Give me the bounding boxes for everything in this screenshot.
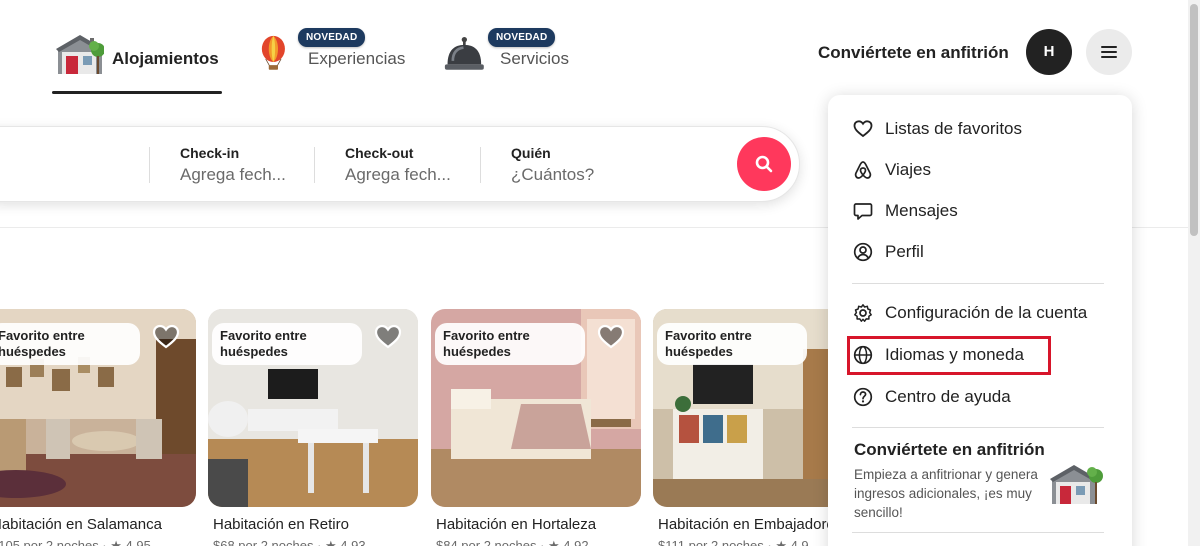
menu-item-label: Mensajes: [885, 201, 958, 220]
menu-item-favorites[interactable]: Listas de favoritos: [852, 113, 1022, 145]
listing-title: Habitación en Hortaleza: [436, 516, 597, 533]
active-tab-indicator: [52, 91, 222, 94]
search-button[interactable]: [737, 137, 791, 191]
tab-alojamientos[interactable]: Alojamientos: [52, 28, 222, 94]
highlight-annotation: [847, 336, 1051, 375]
listing-price-rating: $84 por 2 noches · ★ 4.92: [436, 538, 589, 546]
menu-item-profile[interactable]: Perfil: [852, 236, 924, 268]
listing-price-rating: $68 por 2 noches · ★ 4.93: [213, 538, 366, 546]
avatar[interactable]: H: [1026, 29, 1072, 75]
listing-price-rating: $111 por 2 noches · ★ 4.9: [658, 538, 809, 546]
new-badge: NOVEDAD: [298, 28, 366, 47]
search-divider: [314, 147, 315, 183]
listing-card[interactable]: Favorito entre huéspedes Habitación en H…: [431, 309, 641, 546]
menu-divider: [852, 532, 1104, 533]
menu-item-label: Centro de ayuda: [885, 387, 1011, 406]
menu-item-help-center[interactable]: Centro de ayuda: [852, 381, 1011, 413]
new-badge: NOVEDAD: [488, 28, 556, 47]
user-circle-icon: [852, 241, 874, 263]
guests-field[interactable]: Quién ¿Cuántos?: [511, 145, 594, 186]
guests-label: Quién: [511, 145, 551, 161]
listing-price-rating: $105 por 2 noches · ★ 4.95: [0, 538, 151, 546]
menu-item-trips[interactable]: Viajes: [852, 154, 931, 186]
menu-item-label: Viajes: [885, 160, 931, 179]
main-menu-button[interactable]: [1086, 29, 1132, 75]
house-icon: [1050, 465, 1103, 504]
listing-card[interactable]: Favorito entre huéspedes Habitación en S…: [0, 309, 196, 546]
menu-item-messages[interactable]: Mensajes: [852, 195, 958, 227]
guest-favorite-badge: Favorito entre huéspedes: [435, 323, 585, 365]
hot-air-balloon-icon: [261, 35, 285, 70]
guests-value: ¿Cuántos?: [511, 165, 595, 184]
search-divider: [480, 147, 481, 183]
checkout-value: Agrega fech...: [345, 165, 451, 184]
become-host-promo[interactable]: Conviértete en anfitrión Empieza a anfit…: [854, 440, 1124, 522]
guest-favorite-badge: Favorito entre huéspedes: [657, 323, 807, 365]
message-icon: [852, 200, 874, 222]
listing-title: Habitación en Embajadores: [658, 516, 843, 533]
search-divider: [149, 147, 150, 183]
user-menu-dropdown: Listas de favoritos Viajes Mensajes Perf…: [828, 95, 1132, 546]
menu-item-label: Configuración de la cuenta: [885, 303, 1088, 322]
listing-card[interactable]: Favorito entre huéspedes Habitación en R…: [208, 309, 418, 546]
heart-icon: [852, 118, 874, 140]
tab-label: Servicios: [500, 49, 569, 68]
airbnb-logo-icon: [852, 159, 874, 181]
menu-divider: [852, 283, 1104, 284]
checkout-label: Check-out: [345, 145, 414, 161]
scrollbar-thumb[interactable]: [1190, 4, 1198, 236]
tab-label: Experiencias: [308, 49, 406, 68]
gear-icon: [852, 302, 874, 324]
promo-text: Empieza a anfitrionar y genera ingresos …: [854, 467, 1038, 520]
heart-icon[interactable]: [374, 323, 402, 351]
house-icon: [56, 35, 104, 74]
listing-title: Habitación en Retiro: [213, 516, 349, 533]
guest-favorite-badge: Favorito entre huéspedes: [0, 323, 140, 365]
checkout-field[interactable]: Check-out Agrega fech...: [345, 145, 451, 186]
menu-item-label: Perfil: [885, 242, 924, 261]
question-circle-icon: [852, 386, 874, 408]
tab-servicios[interactable]: Servicios NOVEDAD: [444, 28, 584, 94]
hamburger-menu-icon: [1101, 46, 1117, 58]
search-bar: Check-in Agrega fech... Check-out Agrega…: [0, 126, 800, 202]
checkin-field[interactable]: Check-in Agrega fech...: [180, 145, 286, 186]
listing-title: Habitación en Salamanca: [0, 516, 162, 533]
service-bell-icon: [444, 36, 484, 70]
heart-icon[interactable]: [152, 323, 180, 351]
tab-label: Alojamientos: [112, 49, 219, 68]
checkin-value: Agrega fech...: [180, 165, 286, 184]
become-host-link[interactable]: Conviértete en anfitrión: [806, 38, 1021, 68]
heart-icon[interactable]: [597, 323, 625, 351]
menu-divider: [852, 427, 1104, 428]
menu-item-label: Listas de favoritos: [885, 119, 1023, 138]
tab-experiencias[interactable]: Experiencias NOVEDAD: [258, 28, 418, 94]
search-icon: [755, 155, 773, 173]
checkin-label: Check-in: [180, 145, 240, 161]
menu-item-account-settings[interactable]: Configuración de la cuenta: [852, 297, 1087, 329]
guest-favorite-badge: Favorito entre huéspedes: [212, 323, 362, 365]
